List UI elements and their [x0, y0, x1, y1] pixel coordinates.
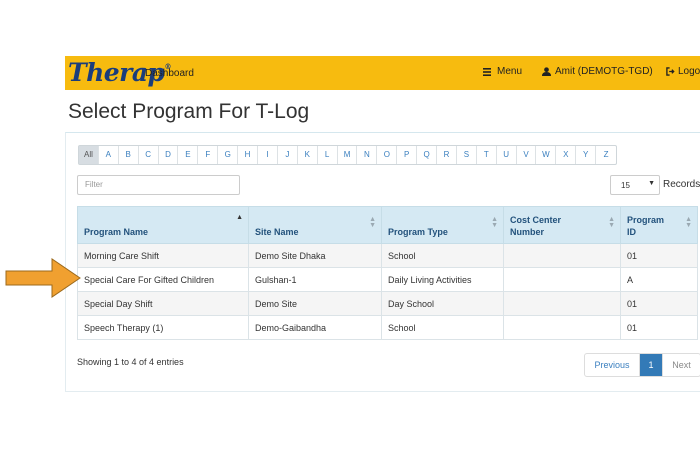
letter-filter-a[interactable]: A: [99, 146, 119, 164]
program-id-cell: 01: [620, 291, 698, 316]
sort-icon: ▲ ▼: [608, 216, 615, 229]
table-row[interactable]: Special Day Shift Demo Site Day School 0…: [77, 291, 698, 316]
next-page-button[interactable]: Next: [662, 354, 700, 376]
letter-filter-l[interactable]: L: [318, 146, 338, 164]
letter-filter-t[interactable]: T: [477, 146, 497, 164]
logout-button[interactable]: Logo: [666, 66, 700, 77]
letter-filter-v[interactable]: V: [517, 146, 537, 164]
filter-input[interactable]: Filter: [77, 175, 240, 195]
letter-filter-m[interactable]: M: [338, 146, 358, 164]
previous-page-button[interactable]: Previous: [585, 354, 640, 376]
letter-filter-y[interactable]: Y: [576, 146, 597, 164]
sort-icon: ▲ ▼: [491, 216, 498, 229]
table-row[interactable]: Morning Care Shift Demo Site Dhaka Schoo…: [77, 243, 698, 268]
user-icon: [542, 67, 551, 76]
col-cost-center-number[interactable]: Cost Center Number ▲ ▼: [503, 206, 621, 244]
letter-filter-s[interactable]: S: [457, 146, 477, 164]
user-menu[interactable]: Amit (DEMOTG-TGD): [542, 66, 653, 77]
top-navbar: Therap® Dashboard Menu Amit (DEMOTG-TGD)…: [65, 56, 700, 90]
table-header-row: Program Name ▲ Site Name ▲ ▼ Program Type ▲ ▼…: [77, 206, 698, 244]
letter-filter-j[interactable]: J: [278, 146, 298, 164]
program-name-link[interactable]: Special Care For Gifted Children: [77, 267, 249, 292]
letter-filter-h[interactable]: H: [238, 146, 259, 164]
pagination: Previous 1 Next: [584, 353, 700, 377]
logout-label: Logo: [678, 66, 700, 77]
table-row[interactable]: Special Care For Gifted Children Gulshan…: [77, 267, 698, 292]
letter-filter-all[interactable]: All: [79, 146, 99, 164]
program-name-link[interactable]: Special Day Shift: [77, 291, 249, 316]
letter-filter-i[interactable]: I: [258, 146, 278, 164]
site-name-cell: Demo Site Dhaka: [248, 243, 382, 268]
letter-filter-o[interactable]: O: [377, 146, 398, 164]
logout-icon: [666, 67, 675, 76]
records-value: 15: [621, 181, 630, 190]
letter-filter-q[interactable]: Q: [417, 146, 438, 164]
records-per-page-select[interactable]: 15 ▼: [610, 175, 660, 195]
cost-center-cell: [503, 267, 621, 292]
program-type-cell: Daily Living Activities: [381, 267, 504, 292]
letter-filter-g[interactable]: G: [218, 146, 239, 164]
program-name-link[interactable]: Speech Therapy (1): [77, 315, 249, 340]
letter-filter-c[interactable]: C: [139, 146, 159, 164]
program-type-cell: Day School: [381, 291, 504, 316]
alphabet-filter: All A B C D E F G H I J K L M N O P Q R S T U V W X Y Z: [78, 145, 618, 165]
page-1-button[interactable]: 1: [640, 354, 662, 376]
user-label: Amit (DEMOTG-TGD): [555, 66, 653, 77]
sort-icon: ▲ ▼: [685, 216, 692, 229]
letter-filter-b[interactable]: B: [119, 146, 139, 164]
entries-info: Showing 1 to 4 of 4 entries: [77, 357, 184, 367]
letter-filter-k[interactable]: K: [298, 146, 318, 164]
sort-icon: ▲ ▼: [369, 216, 376, 229]
letter-filter-d[interactable]: D: [159, 146, 179, 164]
letter-filter-z[interactable]: Z: [596, 146, 616, 164]
dashboard-link[interactable]: Dashboard: [145, 68, 194, 79]
site-name-cell: Demo-Gaibandha: [248, 315, 382, 340]
letter-filter-p[interactable]: P: [397, 146, 418, 164]
menu-button[interactable]: Menu: [483, 66, 522, 77]
arrow-right-icon: [5, 258, 81, 298]
program-type-cell: School: [381, 243, 504, 268]
program-id-cell: A: [620, 267, 698, 292]
site-name-cell: Gulshan-1: [248, 267, 382, 292]
sort-asc-icon: ▲: [236, 214, 243, 221]
letter-filter-w[interactable]: W: [536, 146, 557, 164]
letter-filter-r[interactable]: R: [437, 146, 457, 164]
col-program-type[interactable]: Program Type ▲ ▼: [381, 206, 504, 244]
program-type-cell: School: [381, 315, 504, 340]
col-site-name[interactable]: Site Name ▲ ▼: [248, 206, 382, 244]
cost-center-cell: [503, 243, 621, 268]
menu-label: Menu: [497, 66, 523, 77]
caret-down-icon: ▼: [648, 180, 655, 187]
letter-filter-x[interactable]: X: [556, 146, 577, 164]
letter-filter-u[interactable]: U: [497, 146, 517, 164]
col-program-id[interactable]: Program ID ▲ ▼: [620, 206, 698, 244]
cost-center-cell: [503, 315, 621, 340]
letter-filter-n[interactable]: N: [357, 146, 378, 164]
letter-filter-f[interactable]: F: [198, 146, 219, 164]
program-name-link[interactable]: Morning Care Shift: [77, 243, 249, 268]
program-id-cell: 01: [620, 315, 698, 340]
program-table: Program Name ▲ Site Name ▲ ▼ Program Type ▲ ▼…: [77, 206, 698, 340]
cost-center-cell: [503, 291, 621, 316]
page-title: Select Program For T-Log: [68, 100, 310, 123]
records-label: Records: [663, 179, 700, 190]
hamburger-icon: [483, 67, 491, 76]
site-name-cell: Demo Site: [248, 291, 382, 316]
table-row[interactable]: Speech Therapy (1) Demo-Gaibandha School…: [77, 315, 698, 340]
col-program-name[interactable]: Program Name ▲: [77, 206, 249, 244]
letter-filter-e[interactable]: E: [178, 146, 199, 164]
program-id-cell: 01: [620, 243, 698, 268]
